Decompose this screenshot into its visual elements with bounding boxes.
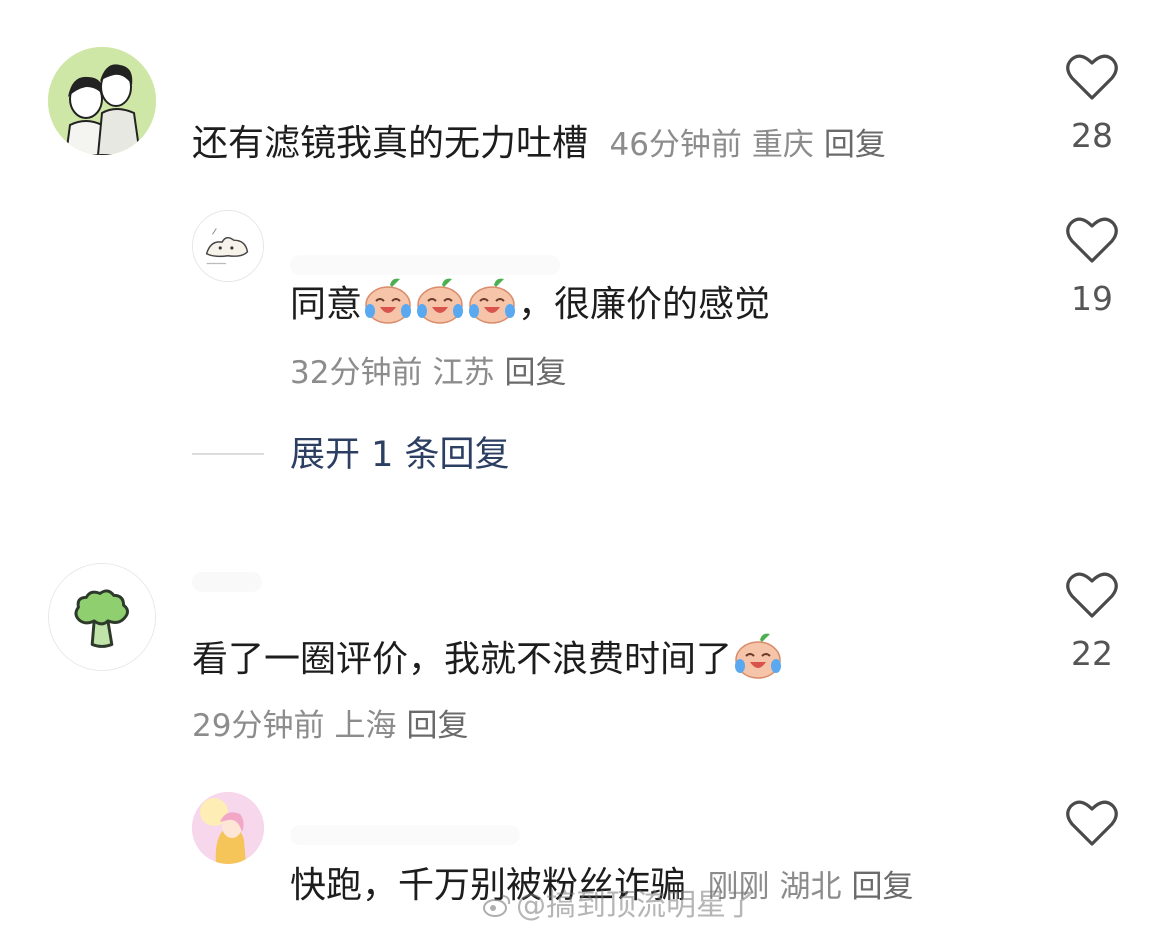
couple-illustration-avatar	[48, 47, 156, 155]
comment-location: 上海	[334, 708, 397, 744]
reply-button[interactable]: 回复	[504, 355, 566, 391]
avatar[interactable]	[48, 563, 156, 671]
reply-button[interactable]: 回复	[851, 869, 913, 905]
username[interactable]	[290, 825, 520, 845]
comment-time: 32分钟前	[290, 355, 423, 391]
comment-meta: 29分钟前 上海 回复	[192, 706, 468, 746]
comment-meta: 32分钟前 江苏 回复	[290, 353, 566, 393]
comment-text-row: 同意 ，很廉价的感觉	[290, 278, 771, 327]
comment-location: 湖北	[779, 869, 842, 905]
username[interactable]	[192, 572, 262, 592]
reply-button[interactable]: 回复	[406, 708, 468, 744]
comment-text-row: 看了一圈评价，我就不浪费时间了	[192, 633, 784, 682]
heart-icon	[1066, 800, 1118, 846]
dog-sketch-avatar	[193, 211, 263, 281]
crying-laughing-peach-emoji	[732, 633, 784, 682]
watermark: @搞到顶流明星了	[482, 880, 756, 924]
like-button[interactable]	[1062, 798, 1122, 848]
comment-location: 重庆	[751, 127, 814, 163]
comment-text-row: 还有滤镜我真的无力吐槽 46分钟前 重庆 回复	[192, 122, 886, 167]
comment-text: 还有滤镜我真的无力吐槽	[192, 123, 589, 164]
like-button[interactable]: 19	[1062, 215, 1122, 319]
comment-location: 江苏	[432, 355, 495, 391]
pink-anime-avatar	[192, 792, 264, 864]
like-count: 19	[1071, 279, 1113, 318]
crying-laughing-peach-emoji	[362, 278, 414, 327]
comment-text: 看了一圈评价，我就不浪费时间了	[192, 639, 733, 680]
like-button[interactable]: 28	[1062, 52, 1122, 156]
like-count: 22	[1071, 634, 1113, 673]
username[interactable]	[290, 255, 560, 275]
heart-icon	[1066, 572, 1118, 618]
avatar[interactable]	[48, 47, 156, 155]
avatar[interactable]	[192, 210, 264, 282]
comment-text-prefix: 同意	[290, 284, 363, 325]
divider	[192, 453, 264, 455]
heart-icon	[1066, 217, 1118, 263]
like-button[interactable]: 22	[1062, 570, 1122, 674]
crying-laughing-peach-emoji	[466, 278, 518, 327]
comment-text-suffix: ，很廉价的感觉	[518, 284, 771, 325]
like-count: 28	[1071, 116, 1113, 155]
avatar[interactable]	[192, 792, 264, 864]
comment-meta: 46分钟前 重庆 回复	[609, 127, 885, 163]
comment-time: 46分钟前	[609, 127, 742, 163]
broccoli-avatar	[49, 564, 155, 670]
expand-replies-link[interactable]: 展开 1 条回复	[290, 433, 510, 477]
comment-time: 29分钟前	[192, 708, 325, 744]
reply-button[interactable]: 回复	[824, 127, 886, 163]
watermark-text: @搞到顶流明星了	[516, 888, 756, 923]
crying-laughing-peach-emoji	[414, 278, 466, 327]
weibo-logo-icon	[483, 895, 511, 917]
heart-icon	[1066, 54, 1118, 100]
